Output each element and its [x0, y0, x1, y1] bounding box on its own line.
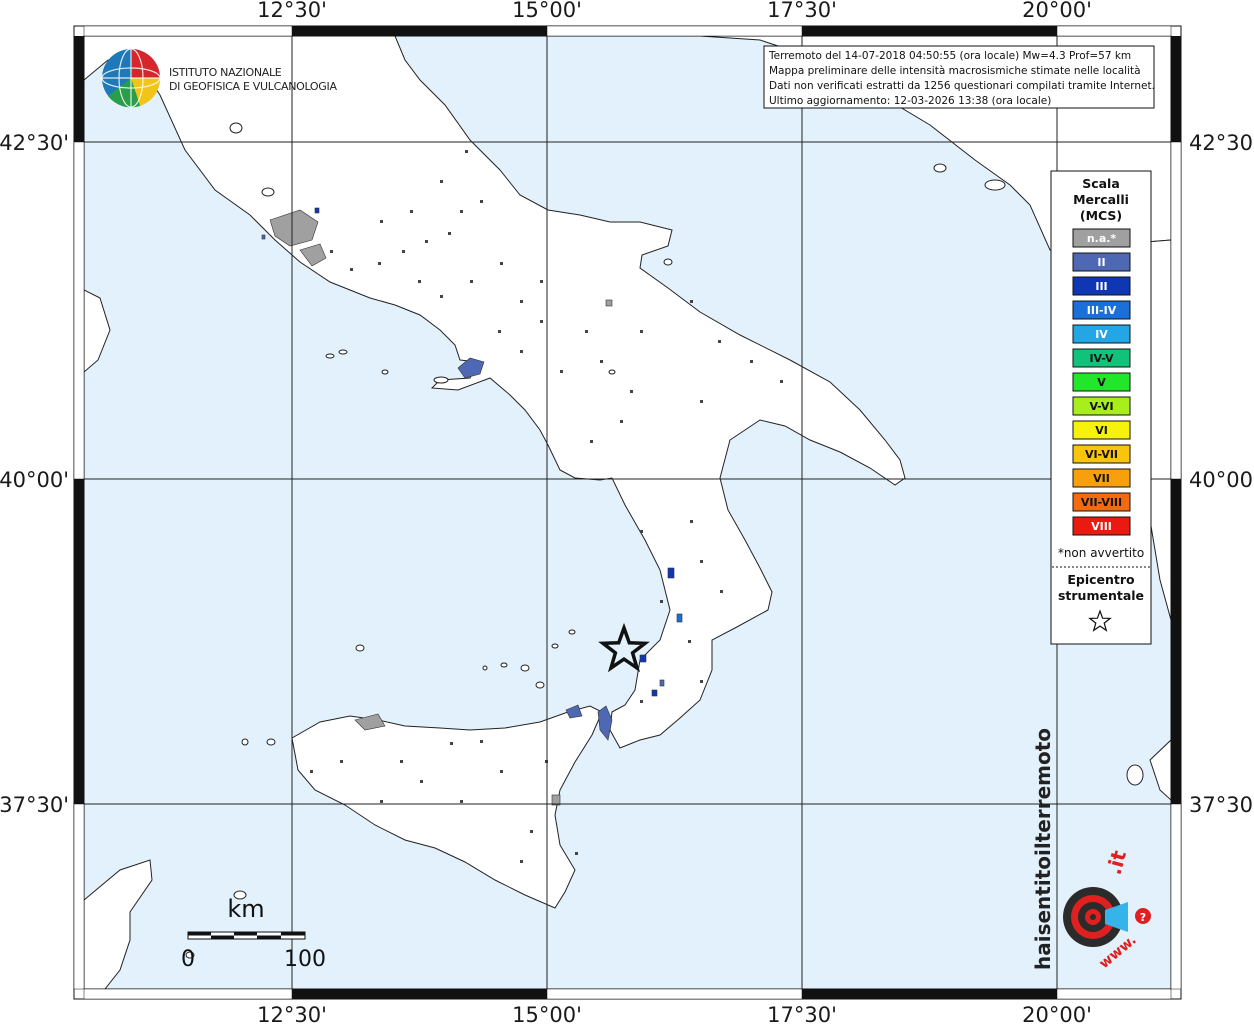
island: [266, 738, 276, 746]
info-line-1: Terremoto del 14-07-2018 04:50:55 (ora l…: [768, 50, 1131, 62]
lat-label-right-1: 42°30': [1189, 131, 1254, 155]
legend-chip-label: V-VI: [1089, 400, 1113, 413]
island: [381, 369, 389, 375]
earthquake-info-box: Terremoto del 14-07-2018 04:50:55 (ora l…: [763, 45, 1155, 109]
lat-label-right-2: 40°00': [1189, 468, 1254, 492]
island-tremiti: [663, 258, 673, 266]
island: [1126, 764, 1144, 786]
info-line-3: Dati non verificati estratti da 1256 que…: [769, 80, 1155, 92]
island: [261, 187, 275, 197]
legend-chip-label: VIII: [1091, 520, 1112, 533]
legend-chip-label: VI-VII: [1085, 448, 1118, 461]
island: [608, 369, 616, 375]
legend-chip-label: IV-V: [1089, 352, 1114, 365]
island: [535, 681, 545, 689]
legend-epicenter-2: strumentale: [1058, 588, 1144, 603]
island: [325, 353, 335, 359]
island: [984, 179, 1006, 191]
lat-label-left-3: 37°30': [0, 793, 69, 817]
lon-label-top-3: 17°30': [767, 0, 837, 22]
legend-chip-label: II: [1097, 256, 1105, 269]
legend-note: *non avvertito: [1058, 546, 1144, 560]
lon-label-top-2: 15°00': [512, 0, 582, 22]
island: [520, 664, 530, 672]
intensity-map: 12°30' 15°00' 17°30' 20°00' 12°30' 15°00…: [0, 0, 1254, 1024]
mcs-legend: Scala Mercalli (MCS) n.a.*IIIIIIII-IVIVI…: [1050, 170, 1152, 645]
scale-max: 100: [284, 947, 326, 972]
island: [500, 662, 508, 668]
legend-epicenter-1: Epicentro: [1067, 572, 1135, 587]
lat-label-left-2: 40°00': [0, 468, 69, 492]
lon-label-bottom-1: 12°30': [257, 1003, 327, 1024]
island: [241, 738, 249, 746]
info-line-2: Mappa preliminare delle intensità macros…: [769, 65, 1141, 77]
ingv-name-line2: DI GEOFISICA E VULCANOLOGIA: [169, 80, 337, 93]
legend-chip-label: V: [1097, 376, 1106, 389]
lat-label-right-3: 37°30': [1189, 793, 1254, 817]
legend-chip-label: IV: [1095, 328, 1108, 341]
ingv-name-line1: ISTITUTO NAZIONALE: [169, 66, 282, 79]
lat-label-left-1: 42°30': [0, 131, 69, 155]
island: [551, 643, 559, 649]
island-capri: [433, 376, 449, 384]
lon-label-bottom-2: 15°00': [512, 1003, 582, 1024]
scale-unit: km: [227, 895, 264, 923]
legend-chip-label: III-IV: [1087, 304, 1117, 317]
legend-chip-label: VI: [1095, 424, 1108, 437]
legend-title-2: Mercalli: [1073, 192, 1129, 207]
question-mark: ?: [1140, 911, 1146, 924]
legend-chip-label: n.a.*: [1087, 232, 1117, 245]
island-ustica: [355, 644, 365, 652]
legend-chip-label: VII: [1093, 472, 1110, 485]
scale-min: 0: [181, 947, 195, 972]
island: [338, 349, 348, 355]
island: [229, 122, 243, 134]
lon-label-bottom-3: 17°30': [767, 1003, 837, 1024]
island: [482, 665, 488, 671]
island-stromboli: [568, 629, 576, 635]
island: [933, 163, 947, 173]
info-line-4: Ultimo aggiornamento: 12-03-2026 13:38 (…: [769, 95, 1051, 107]
legend-chip-label: VII-VIII: [1081, 496, 1122, 509]
watermark-site-name: haisentitoilterremoto: [1031, 728, 1055, 970]
lon-label-top-1: 12°30': [257, 0, 327, 22]
legend-title-3: (MCS): [1080, 208, 1122, 223]
legend-title-1: Scala: [1082, 176, 1120, 191]
lon-label-top-4: 20°00': [1022, 0, 1092, 22]
legend-chip-label: III: [1095, 280, 1107, 293]
lon-label-bottom-4: 20°00': [1022, 1003, 1092, 1024]
